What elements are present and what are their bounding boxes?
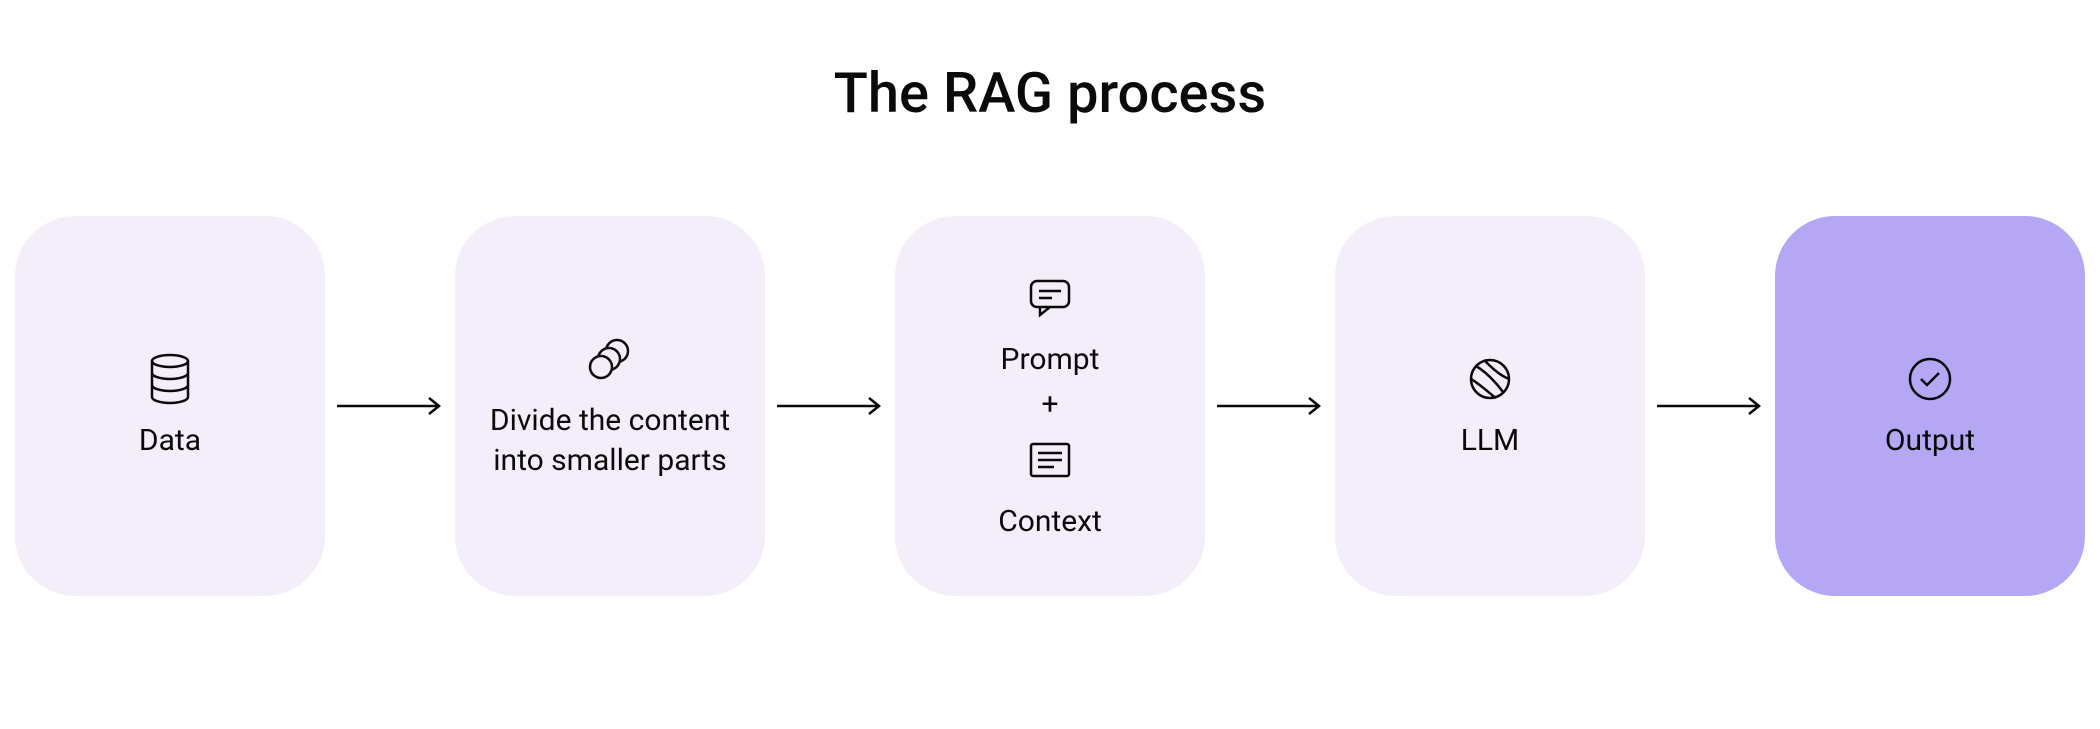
- document-icon: [1028, 432, 1072, 488]
- arrow-icon: [1645, 394, 1775, 418]
- speech-bubble-icon: [1028, 270, 1072, 326]
- globe-icon: [1468, 351, 1512, 407]
- step-prompt-context: Prompt + Context: [895, 216, 1205, 596]
- plus-label: +: [1041, 387, 1058, 422]
- step-output-label: Output: [1885, 421, 1975, 462]
- step-context-label: Context: [998, 502, 1102, 543]
- arrow-icon: [325, 394, 455, 418]
- arrow-icon: [765, 394, 895, 418]
- arrow-icon: [1205, 394, 1335, 418]
- step-divide: Divide the content into smaller parts: [455, 216, 765, 596]
- step-data-label: Data: [139, 421, 201, 462]
- step-prompt-label: Prompt: [1001, 340, 1100, 381]
- step-llm-label: LLM: [1461, 421, 1520, 462]
- check-circle-icon: [1907, 351, 1953, 407]
- step-data: Data: [15, 216, 325, 596]
- step-output: Output: [1775, 216, 2085, 596]
- step-divide-label: Divide the content into smaller parts: [485, 401, 735, 482]
- diagram-title: The RAG process: [834, 60, 1266, 126]
- coins-icon: [583, 331, 637, 387]
- flow-row: Data Divide the content into smaller par…: [15, 216, 2085, 596]
- database-icon: [149, 351, 191, 407]
- step-llm: LLM: [1335, 216, 1645, 596]
